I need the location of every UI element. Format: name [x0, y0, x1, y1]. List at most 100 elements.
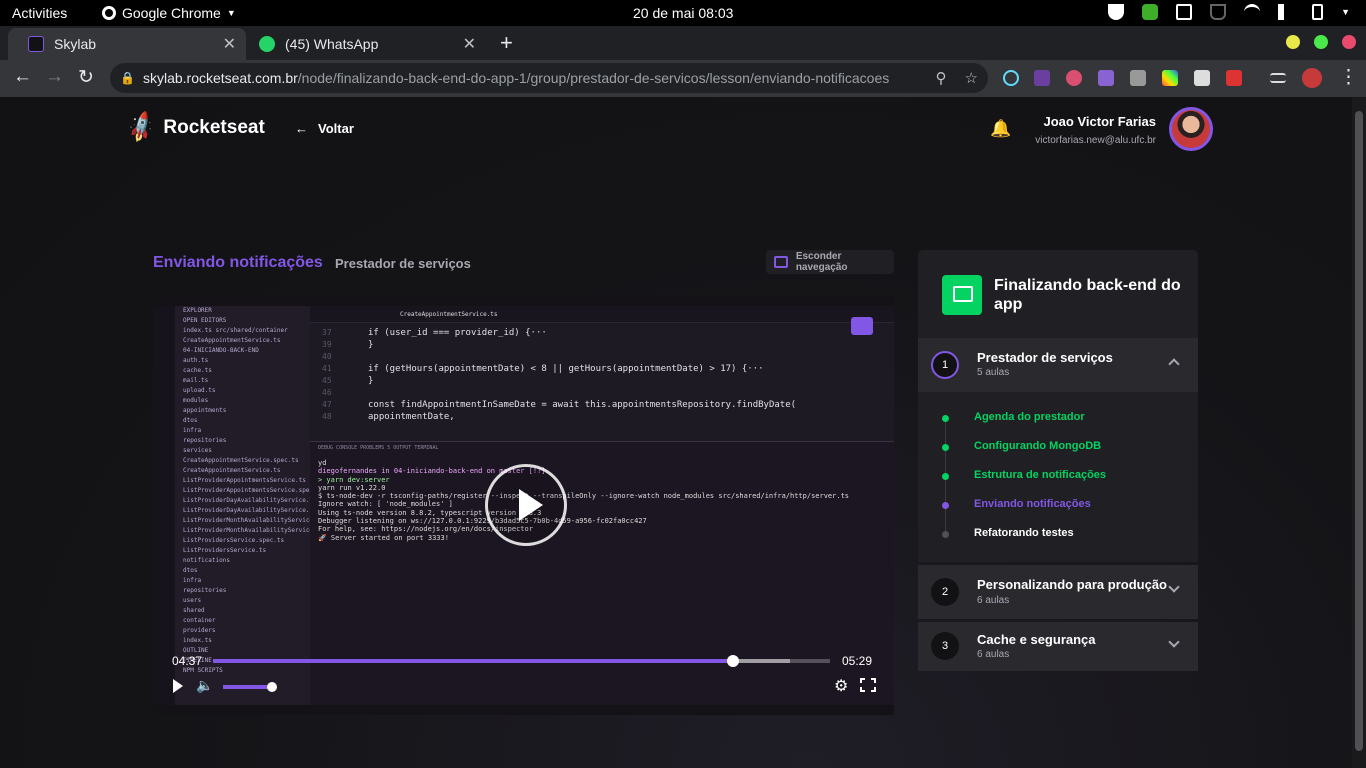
rocketseat-logo[interactable]: 🚀 Rocketseat [123, 110, 264, 145]
lock-icon[interactable]: 🔒 [120, 71, 135, 85]
lesson-item-current[interactable]: Enviando notificações [974, 498, 1091, 510]
user-avatar[interactable] [1169, 107, 1213, 151]
back-arrow-icon[interactable]: ← [13, 66, 32, 88]
back-link[interactable]: ← Voltar [295, 121, 354, 136]
volume-knob[interactable] [267, 682, 277, 692]
terminal-line: $ ts-node-dev -r tsconfig-paths/register… [318, 492, 850, 501]
explorer-item: notifications [183, 557, 230, 564]
clock[interactable]: 20 de mai 08:03 [633, 5, 733, 21]
zoom-icon[interactable]: ⚲ [936, 69, 947, 87]
vscode-explorer: EXPLORER OPEN EDITORS index.ts src/shared/… [175, 306, 310, 705]
explorer-item: ListProviderAppointmentsService.ts [183, 477, 306, 484]
chevron-down-icon[interactable] [1168, 581, 1180, 593]
code-line: if (getHours(appointmentDate) < 8 || get… [368, 364, 764, 374]
maximize-button[interactable] [1314, 35, 1328, 49]
drive-icon[interactable] [1176, 4, 1193, 20]
chrome-menu-icon[interactable]: ⋮ [1339, 66, 1358, 89]
terminal-line: yd [318, 459, 327, 467]
module-2[interactable]: 2 Personalizando para produção 6 aulas [918, 565, 1198, 619]
close-tab-icon[interactable]: ✕ [463, 34, 476, 54]
vscode-statusbar [153, 705, 894, 715]
progress-bar[interactable] [213, 655, 830, 667]
terminal-line: diegofernandes in 04-iniciando-back-end … [318, 467, 546, 476]
lesson-item[interactable]: Agenda do prestador [974, 411, 1085, 423]
react-devtools-icon[interactable] [1003, 70, 1019, 86]
lesson-item[interactable]: Refatorando testes [974, 527, 1074, 539]
user-name: Joao Victor Farias [1043, 114, 1156, 129]
fullscreen-icon[interactable] [859, 677, 877, 693]
module-title: Prestador de serviços [977, 350, 1113, 365]
code-screen-icon [942, 275, 982, 315]
volume-icon[interactable] [1278, 4, 1294, 20]
extension-icon[interactable] [1034, 70, 1050, 86]
lesson-group: Prestador de serviços [335, 256, 471, 271]
big-play-button[interactable] [485, 464, 567, 546]
check-app-icon[interactable] [1142, 4, 1159, 20]
explorer-item: appointments [183, 407, 227, 414]
volume-icon[interactable]: 🔈 [196, 677, 213, 694]
power-menu-icon[interactable]: ▼ [1341, 7, 1350, 17]
explorer-item: cache.ts [183, 367, 212, 374]
reload-icon[interactable]: ↻ [78, 66, 94, 89]
activities-button[interactable]: Activities [12, 5, 67, 21]
vscode-terminal: DEBUG CONSOLE PROBLEMS 5 OUTPUT TERMINAL… [310, 441, 894, 705]
app-menu[interactable]: Google Chrome ▼ [102, 5, 236, 21]
play-icon[interactable] [173, 679, 183, 693]
editor-tab: CreateAppointmentService.ts [400, 311, 498, 318]
picture-in-picture-icon[interactable] [851, 317, 873, 335]
explorer-item: EXPLORER [183, 307, 212, 314]
course-title: Finalizando back-end do app [994, 277, 1181, 313]
new-tab-button[interactable]: + [500, 30, 513, 56]
progress-knob[interactable] [726, 655, 739, 667]
explorer-item: providers [183, 627, 216, 634]
media-control-icon[interactable] [1270, 73, 1286, 83]
explorer-item: CreateAppointmentService.ts [183, 467, 281, 474]
rocket-icon: 🚀 [123, 109, 160, 146]
explorer-item: index.ts [183, 637, 212, 644]
system-tray[interactable]: ▼ [1108, 4, 1350, 20]
tab-whatsapp[interactable]: (45) WhatsApp ✕ [246, 28, 486, 60]
module-count: 6 aulas [977, 595, 1010, 606]
wifi-icon[interactable] [1244, 4, 1261, 20]
explorer-item: ListProvidersService.ts [183, 547, 267, 554]
chrome-toolbar: ← → ↻ 🔒 skylab.rocketseat.com.br /node/f… [0, 60, 1366, 97]
lesson-status-dot [942, 502, 949, 509]
chevron-down-icon[interactable] [1168, 636, 1180, 648]
forward-arrow-icon[interactable]: → [45, 66, 64, 88]
volume-slider[interactable] [223, 682, 277, 692]
extension-icon[interactable] [1130, 70, 1146, 86]
extension-icon[interactable] [1226, 70, 1242, 86]
line-number: 37 [322, 328, 332, 337]
chevron-up-icon[interactable] [1168, 358, 1180, 370]
explorer-item: modules [183, 397, 209, 404]
hide-navigation-button[interactable]: Esconder navegação [766, 250, 894, 274]
tab-skylab[interactable]: Skylab ✕ [8, 28, 246, 60]
lesson-item[interactable]: Configurando MongoDB [974, 440, 1101, 452]
page-scrollbar[interactable] [1352, 97, 1366, 768]
extension-icon[interactable] [1098, 70, 1114, 86]
address-bar[interactable]: 🔒 skylab.rocketseat.com.br /node/finaliz… [110, 63, 988, 93]
close-tab-icon[interactable]: ✕ [223, 34, 236, 54]
scrollbar-thumb[interactable] [1355, 111, 1363, 751]
profile-avatar[interactable] [1302, 68, 1322, 88]
module-title: Cache e segurança [977, 632, 1096, 647]
played-bar [213, 659, 733, 663]
close-window-button[interactable] [1342, 35, 1356, 49]
lesson-status-dot [942, 415, 949, 422]
bookmark-star-icon[interactable]: ☆ [965, 69, 978, 87]
video-player[interactable]: EXPLORER OPEN EDITORS index.ts src/shared/… [153, 296, 894, 715]
code-line: if (user_id === provider_id) {··· [368, 328, 547, 338]
settings-gear-icon[interactable]: ⚙ [834, 676, 848, 696]
explorer-item: repositories [183, 437, 227, 444]
module-3[interactable]: 3 Cache e segurança 6 aulas [918, 622, 1198, 671]
battery-icon[interactable] [1312, 4, 1324, 20]
tea-cup-icon[interactable] [1210, 4, 1227, 20]
notifications-bell-icon[interactable]: 🔔 [990, 119, 1011, 139]
extension-icon[interactable] [1194, 70, 1210, 86]
module-1[interactable]: 1 Prestador de serviços 5 aulas [918, 338, 1198, 392]
minimize-button[interactable] [1286, 35, 1300, 49]
extension-icon[interactable] [1066, 70, 1082, 86]
extension-icon[interactable] [1162, 70, 1178, 86]
shield-icon[interactable] [1108, 4, 1125, 20]
lesson-item[interactable]: Estrutura de notificações [974, 469, 1106, 481]
